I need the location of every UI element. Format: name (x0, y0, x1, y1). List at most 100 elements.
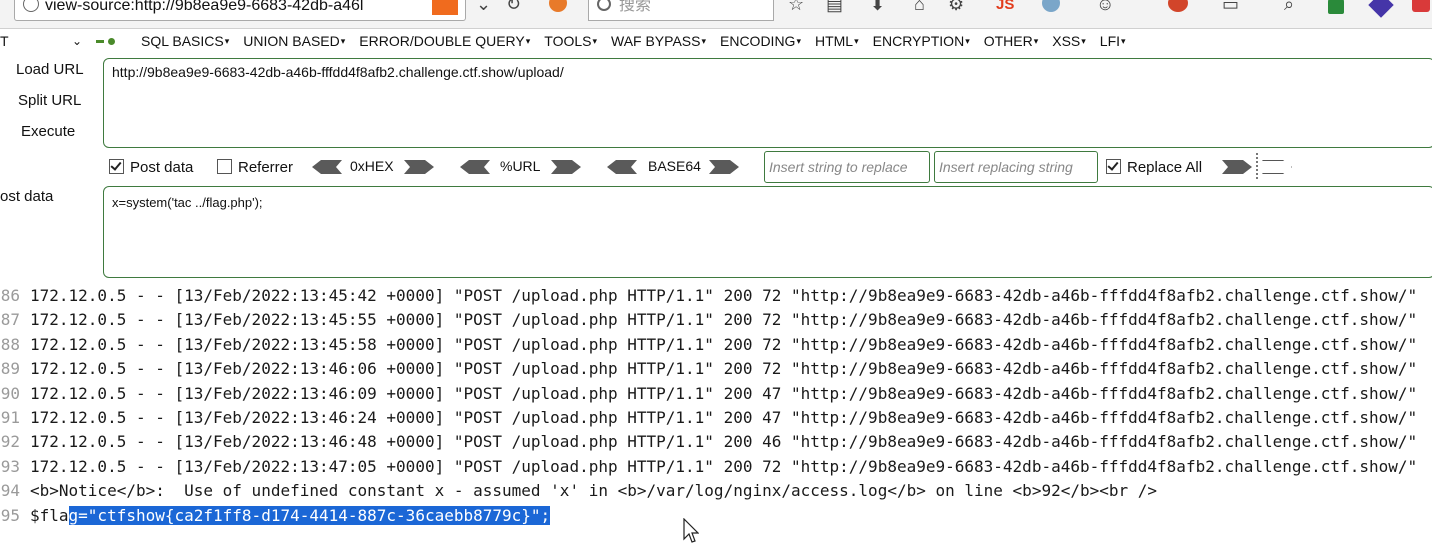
source-line: 90 172.12.0.5 - - [13/Feb/2022:13:46:09 +… (0, 382, 1432, 406)
address-bar[interactable]: view-source:http://9b8ea9e9-6683-42db-a4… (14, 0, 466, 21)
firefox-addon-icon[interactable] (1168, 0, 1188, 12)
url-encode-arrow-icon[interactable] (551, 160, 581, 174)
line-number: 89 (0, 359, 20, 379)
hackbar-menu-item[interactable]: ENCRYPTION (873, 30, 970, 52)
replace-string-input[interactable]: Insert string to replace (764, 151, 930, 183)
diamond-icon[interactable] (1368, 0, 1394, 18)
reload-icon[interactable]: ↻ (506, 0, 521, 15)
url-decode-arrow-icon[interactable] (460, 160, 490, 174)
hackbar-menu-item[interactable]: LFI (1100, 30, 1126, 52)
line-number: 90 (0, 383, 20, 403)
line-text: 172.12.0.5 - - [13/Feb/2022:13:45:55 +00… (30, 310, 1418, 330)
line-text: 172.12.0.5 - - [13/Feb/2022:13:45:42 +00… (30, 286, 1418, 305)
hackbar-menu-item[interactable]: ENCODING (720, 30, 801, 52)
split-url-button[interactable]: Split URL (18, 92, 81, 109)
mouse-pointer-icon (683, 518, 699, 543)
source-line: 94 <b>Notice</b>: Use of undefined consta… (0, 479, 1432, 503)
line-number: 88 (0, 334, 20, 354)
settings-gear-icon[interactable]: ⚙ (948, 0, 964, 15)
bookmark-star-icon[interactable]: ☆ (788, 0, 804, 15)
close-red-icon[interactable] (1412, 0, 1430, 12)
referrer-label: Referrer (238, 159, 294, 176)
base64-label: BASE64 (648, 158, 701, 174)
home-icon[interactable]: ⌂ (914, 0, 925, 15)
window-icon[interactable]: ▭ (1222, 0, 1239, 15)
post-data-textarea[interactable]: x=system('tac ../flag.php'); (103, 186, 1432, 278)
line-text: 172.12.0.5 - - [13/Feb/2022:13:47:05 +00… (30, 456, 1418, 476)
url-value: http://9b8ea9e9-6683-42db-a46b-fffdd4f8a… (112, 64, 564, 80)
load-url-button[interactable]: Load URL (16, 61, 84, 78)
library-icon[interactable]: ▤ (826, 0, 843, 15)
post-data-side-label: ost data (0, 188, 54, 205)
dropdown-icon[interactable]: ⌄ (476, 0, 491, 15)
base64-decode-arrow-icon[interactable] (607, 160, 637, 174)
post-data-checkbox[interactable]: Post data (109, 159, 193, 176)
base64-encode-arrow-icon[interactable] (709, 160, 739, 174)
source-line: 88 172.12.0.5 - - [13/Feb/2022:13:45:58 +… (0, 333, 1432, 357)
source-line: 92 172.12.0.5 - - [13/Feb/2022:13:46:48 +… (0, 430, 1432, 454)
info-icon[interactable] (23, 0, 39, 12)
source-line: 89 172.12.0.5 - - [13/Feb/2022:13:46:06 +… (0, 357, 1432, 381)
post-data-value: x=system('tac ../flag.php'); (112, 195, 263, 210)
checkbox-checked-icon (109, 159, 124, 174)
hackbar-menu-item[interactable]: SQL BASICS (141, 30, 229, 52)
rss-icon[interactable] (432, 0, 458, 15)
cookie-icon[interactable]: ☺ (1096, 0, 1114, 15)
line-text: <b>Notice</b>: Use of undefined constant… (30, 481, 1158, 501)
line-text: 172.12.0.5 - - [13/Feb/2022:13:46:24 +00… (30, 407, 1418, 427)
hackbar-menu: T ⌄ SQL BASICS UNION BASED ERROR/DOUBLE QU… (0, 30, 1432, 52)
source-line: 87 172.12.0.5 - - [13/Feb/2022:13:45:55 +… (0, 308, 1432, 332)
download-icon[interactable]: ⬇ (870, 0, 885, 15)
execute-label: Execute (21, 123, 76, 140)
search-tool-icon[interactable]: ⌕ (1284, 0, 1294, 15)
post-data-label: Post data (130, 159, 194, 176)
hex-decode-arrow-icon[interactable] (312, 160, 342, 174)
line-number: 91 (0, 407, 20, 427)
replace-all-label: Replace All (1127, 159, 1203, 176)
line-number: 93 (0, 456, 20, 476)
extension-icon[interactable] (549, 0, 567, 12)
hackbar-menu-item[interactable]: OTHER (984, 30, 1039, 52)
hackbar-menu-items: SQL BASICS UNION BASED ERROR/DOUBLE QUERY T… (141, 30, 1140, 52)
search-icon (597, 0, 611, 11)
hex-encode-arrow-icon[interactable] (404, 160, 434, 174)
line-text: 172.12.0.5 - - [13/Feb/2022:13:46:48 +00… (30, 432, 1418, 452)
replace-reverse-outline (1262, 160, 1292, 174)
hackbar-select-value: T (0, 33, 9, 49)
divider (1256, 153, 1260, 179)
line-text: 172.12.0.5 - - [13/Feb/2022:13:45:58 +00… (30, 334, 1418, 354)
checkbox-checked-icon (1106, 159, 1121, 174)
execute-button[interactable]: Execute (21, 123, 75, 140)
js-extension-icon[interactable]: JS (996, 0, 1014, 13)
hackbar-menu-item[interactable]: XSS (1052, 30, 1086, 52)
shield-icon[interactable] (1328, 0, 1344, 14)
hackbar-menu-item[interactable]: UNION BASED (243, 30, 345, 52)
hackbar-menu-item[interactable]: TOOLS (544, 30, 597, 52)
source-line: 86 172.12.0.5 - - [13/Feb/2022:13:45:42 +… (0, 284, 1432, 308)
checkbox-unchecked-icon (217, 159, 232, 174)
source-view: 86 172.12.0.5 - - [13/Feb/2022:13:45:42 +… (0, 284, 1432, 528)
hackbar-menu-item[interactable]: ERROR/DOUBLE QUERY (359, 30, 530, 52)
referrer-checkbox[interactable]: Referrer (217, 159, 293, 176)
source-line: 93 172.12.0.5 - - [13/Feb/2022:13:47:05 +… (0, 455, 1432, 479)
replace-all-checkbox[interactable]: Replace All (1106, 159, 1202, 176)
globe-icon[interactable] (1042, 0, 1060, 12)
hackbar-select[interactable]: T ⌄ (0, 30, 86, 50)
replacing-string-input[interactable]: Insert replacing string (934, 151, 1098, 183)
flag-line: 95 $flag="ctfshow{ca2f1ff8-d174-4414-887c… (0, 504, 1432, 528)
url-textarea[interactable]: http://9b8ea9e9-6683-42db-a46b-fffdd4f8a… (103, 58, 1432, 148)
search-input[interactable]: 搜索 (588, 0, 774, 21)
replace-arrow-icon[interactable] (1222, 160, 1252, 174)
hackbar-status-icon (96, 30, 115, 52)
hackbar-menu-item[interactable]: WAF BYPASS (611, 30, 706, 52)
url-label: %URL (500, 158, 541, 174)
flag-selection[interactable]: g="ctfshow{ca2f1ff8-d174-4414-887c-36cae… (68, 505, 551, 525)
line-text: 172.12.0.5 - - [13/Feb/2022:13:46:09 +00… (30, 383, 1418, 403)
line-number: 87 (0, 310, 20, 330)
hackbar-menu-item[interactable]: HTML (815, 30, 859, 52)
line-text: 172.12.0.5 - - [13/Feb/2022:13:46:06 +00… (30, 359, 1418, 379)
source-line: 91 172.12.0.5 - - [13/Feb/2022:13:46:24 +… (0, 406, 1432, 430)
search-placeholder: 搜索 (619, 0, 652, 14)
split-url-label: Split URL (18, 92, 82, 109)
load-url-label: Load URL (16, 61, 84, 78)
